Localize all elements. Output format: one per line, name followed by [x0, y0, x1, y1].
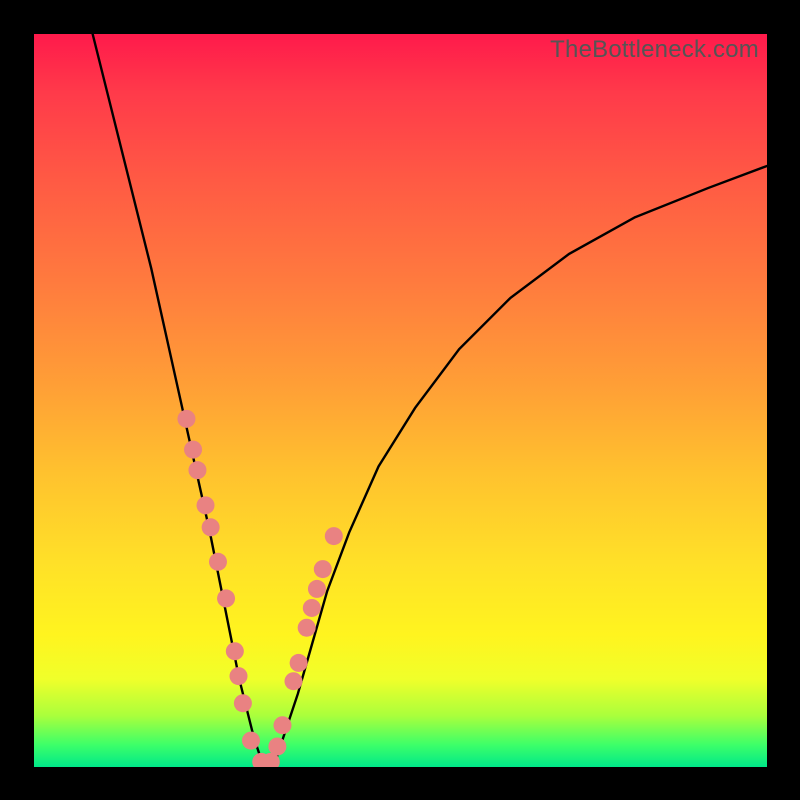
bottleneck-curve — [93, 34, 767, 767]
highlight-dot — [184, 441, 202, 459]
highlight-dot — [273, 716, 291, 734]
highlight-dot — [290, 654, 308, 672]
highlight-dots-group — [177, 410, 342, 767]
chart-frame: TheBottleneck.com — [0, 0, 800, 800]
highlight-dot — [325, 527, 343, 545]
highlight-dot — [197, 496, 215, 514]
highlight-dot — [284, 672, 302, 690]
highlight-dot — [234, 694, 252, 712]
highlight-dot — [177, 410, 195, 428]
highlight-dot — [242, 732, 260, 750]
highlight-dot — [308, 580, 326, 598]
plot-area: TheBottleneck.com — [34, 34, 767, 767]
curve-layer — [34, 34, 767, 767]
highlight-dot — [202, 518, 220, 536]
highlight-dot — [226, 642, 244, 660]
highlight-dot — [314, 560, 332, 578]
highlight-dot — [298, 619, 316, 637]
highlight-dot — [188, 461, 206, 479]
highlight-dot — [217, 589, 235, 607]
highlight-dot — [303, 599, 321, 617]
highlight-dot — [230, 667, 248, 685]
highlight-dot — [209, 553, 227, 571]
highlight-dot — [268, 737, 286, 755]
